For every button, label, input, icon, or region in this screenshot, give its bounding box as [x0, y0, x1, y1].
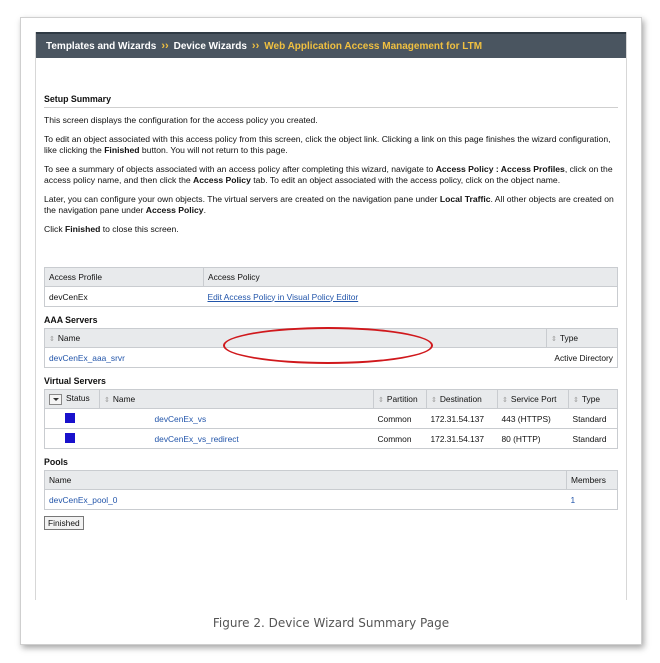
- main-content: Setup Summary This screen displays the c…: [36, 94, 626, 530]
- vs-destination: 172.31.54.137: [426, 428, 498, 449]
- finished-button[interactable]: Finished: [44, 516, 84, 530]
- table-row: devCenEx_pool_0 1: [44, 489, 618, 510]
- virtual-server-link[interactable]: devCenEx_vs: [155, 414, 207, 424]
- edit-instructions: To edit an object associated with this a…: [44, 133, 611, 156]
- vs-destination: 172.31.54.137: [426, 408, 498, 429]
- sort-icon: ⇕: [502, 397, 508, 404]
- virtual-servers-table: Status ⇕ Name ⇕ Partition ⇕ Destination ⇕ Se…: [44, 389, 618, 449]
- table-row: devCenEx_vs_redirect Common 172.31.54.13…: [44, 428, 618, 449]
- finish-instructions: Click Finished to close this screen.: [44, 223, 179, 234]
- col-type[interactable]: ⇕ Type: [568, 389, 618, 409]
- figure-caption: Figure 2. Device Wizard Summary Page: [212, 616, 450, 630]
- vs-partition: Common: [373, 428, 427, 449]
- sort-icon: ⇕: [573, 397, 579, 404]
- status-available-icon: [65, 432, 75, 443]
- col-destination[interactable]: ⇕ Destination: [426, 389, 498, 409]
- breadcrumb: Templates and Wizards ›› Device Wizards …: [36, 32, 626, 58]
- status-available-icon: [65, 412, 75, 423]
- vs-type: Standard: [568, 428, 618, 449]
- breadcrumb-separator: ››: [161, 40, 169, 52]
- col-members[interactable]: Members: [566, 470, 618, 490]
- virtual-server-link[interactable]: devCenEx_vs_redirect: [155, 434, 239, 444]
- vs-partition: Common: [373, 408, 427, 429]
- sort-icon: ⇕: [431, 397, 437, 404]
- table-row: devCenEx_vs Common 172.31.54.137 443 (HT…: [44, 408, 618, 429]
- col-type[interactable]: ⇕ Type: [546, 328, 618, 348]
- edit-access-policy-link[interactable]: Edit Access Policy in Visual Policy Edit…: [208, 292, 359, 302]
- chevron-down-icon[interactable]: [49, 393, 62, 405]
- virtual-servers-title: Virtual Servers: [44, 376, 106, 386]
- breadcrumb-templates[interactable]: Templates and Wizards: [46, 41, 156, 52]
- table-row: devCenEx_aaa_srvr Active Directory: [44, 347, 618, 368]
- aaa-servers-title: AAA Servers: [44, 315, 98, 325]
- col-partition[interactable]: ⇕ Partition: [373, 389, 427, 409]
- col-name[interactable]: ⇕ Name: [99, 389, 374, 409]
- breadcrumb-separator: ››: [251, 40, 260, 52]
- figure-frame: Templates and Wizards ›› Device Wizards …: [20, 17, 642, 645]
- later-instructions: Later, you can configure your own object…: [44, 193, 614, 216]
- breadcrumb-device-wizards[interactable]: Device Wizards: [174, 41, 247, 52]
- vs-service-port: 443 (HTTPS): [497, 408, 569, 429]
- pools-title: Pools: [44, 457, 68, 467]
- col-name[interactable]: Name: [44, 470, 567, 490]
- table-row: devCenEx Edit Access Policy in Visual Po…: [44, 286, 618, 307]
- intro-text: This screen displays the configuration f…: [44, 115, 318, 125]
- summary-instructions: To see a summary of objects associated w…: [44, 163, 613, 186]
- pool-members-link[interactable]: 1: [571, 495, 576, 505]
- col-access-policy: Access Policy: [203, 267, 618, 287]
- vs-service-port: 80 (HTTP): [497, 428, 569, 449]
- pools-table: Name Members devCenEx_pool_0 1: [44, 470, 618, 510]
- pool-link[interactable]: devCenEx_pool_0: [49, 495, 117, 505]
- col-service-port[interactable]: ⇕ Service Port: [497, 389, 569, 409]
- col-status[interactable]: Status: [44, 389, 100, 409]
- vs-type: Standard: [568, 408, 618, 429]
- aaa-server-link[interactable]: devCenEx_aaa_srvr: [49, 353, 125, 363]
- sort-icon: ⇕: [49, 336, 55, 343]
- sort-icon: ⇕: [104, 397, 110, 404]
- sort-icon: ⇕: [551, 336, 557, 343]
- access-profile-table: Access Profile Access Policy devCenEx Ed…: [44, 267, 618, 307]
- wizard-screen: Templates and Wizards ›› Device Wizards …: [35, 32, 627, 600]
- aaa-server-type: Active Directory: [546, 347, 618, 368]
- breadcrumb-current: Web Application Access Management for LT…: [264, 40, 483, 52]
- col-name[interactable]: ⇕ Name: [44, 328, 547, 348]
- access-profile-name: devCenEx: [44, 286, 204, 307]
- col-access-profile: Access Profile: [44, 267, 204, 287]
- setup-summary-title: Setup Summary: [44, 94, 618, 108]
- sort-icon: ⇕: [378, 397, 384, 404]
- aaa-servers-table: ⇕ Name ⇕ Type devCenEx_aaa_srvr Active Dir…: [44, 328, 618, 368]
